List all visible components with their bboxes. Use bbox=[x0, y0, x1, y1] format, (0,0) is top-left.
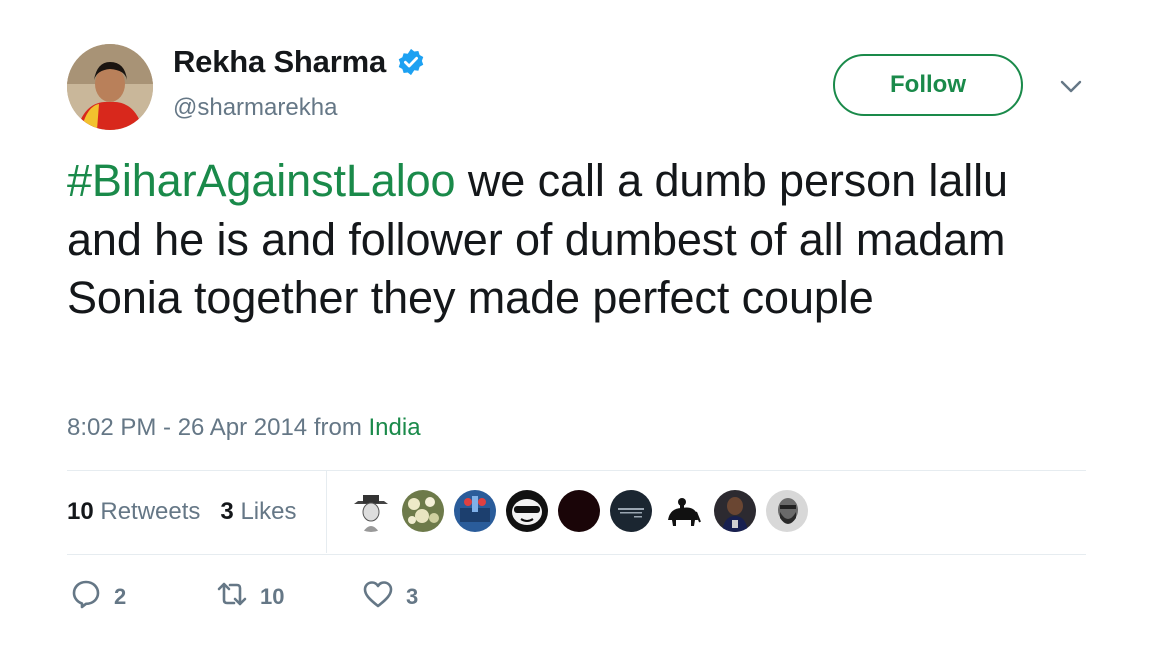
action-bar: 2 10 3 bbox=[70, 578, 418, 616]
like-count: 3 bbox=[406, 584, 419, 609]
liker-avatar[interactable] bbox=[714, 490, 756, 532]
reply-icon bbox=[70, 578, 102, 616]
stats-separator bbox=[326, 471, 327, 553]
heart-icon bbox=[362, 578, 394, 616]
likes-count: 3 bbox=[220, 498, 234, 525]
tweet-stats: 10 Retweets 3 Likes bbox=[67, 471, 316, 553]
retweet-icon bbox=[216, 578, 248, 616]
liker-avatar[interactable] bbox=[558, 490, 600, 532]
retweets-count: 10 bbox=[67, 498, 94, 525]
reply-count: 2 bbox=[114, 584, 127, 609]
avatar[interactable] bbox=[67, 44, 153, 130]
timestamp[interactable]: 8:02 PM - 26 Apr 2014 bbox=[67, 414, 307, 441]
retweets-label: Retweets bbox=[100, 498, 201, 525]
liker-avatar[interactable] bbox=[506, 490, 548, 532]
likes-label: Likes bbox=[240, 498, 297, 525]
tweet-text: #BiharAgainstLaloo we call a dumb person… bbox=[67, 152, 1087, 328]
display-name[interactable]: Rekha Sharma bbox=[173, 44, 386, 80]
liker-avatar[interactable] bbox=[662, 490, 704, 532]
retweets-stat[interactable]: 10 Retweets bbox=[67, 498, 200, 526]
from-label: from bbox=[313, 414, 362, 441]
divider bbox=[67, 554, 1086, 555]
retweet-button[interactable]: 10 bbox=[216, 578, 362, 616]
reply-button[interactable]: 2 bbox=[70, 578, 216, 616]
liker-avatar[interactable] bbox=[766, 490, 808, 532]
chevron-down-icon[interactable] bbox=[1058, 76, 1084, 96]
likes-stat[interactable]: 3 Likes bbox=[220, 498, 296, 526]
hashtag-link[interactable]: #BiharAgainstLaloo bbox=[67, 155, 456, 206]
tweet-meta: 8:02 PM - 26 Apr 2014 from India bbox=[67, 414, 421, 442]
liker-avatars bbox=[350, 490, 808, 532]
like-button[interactable]: 3 bbox=[362, 578, 418, 616]
liker-avatar[interactable] bbox=[350, 490, 392, 532]
retweet-count: 10 bbox=[260, 584, 285, 609]
liker-avatar[interactable] bbox=[610, 490, 652, 532]
liker-avatar[interactable] bbox=[454, 490, 496, 532]
place-link[interactable]: India bbox=[369, 414, 421, 441]
follow-button[interactable]: Follow bbox=[833, 54, 1023, 116]
user-handle[interactable]: @sharmarekha bbox=[173, 94, 337, 122]
verified-badge-icon bbox=[396, 47, 426, 77]
liker-avatar[interactable] bbox=[402, 490, 444, 532]
